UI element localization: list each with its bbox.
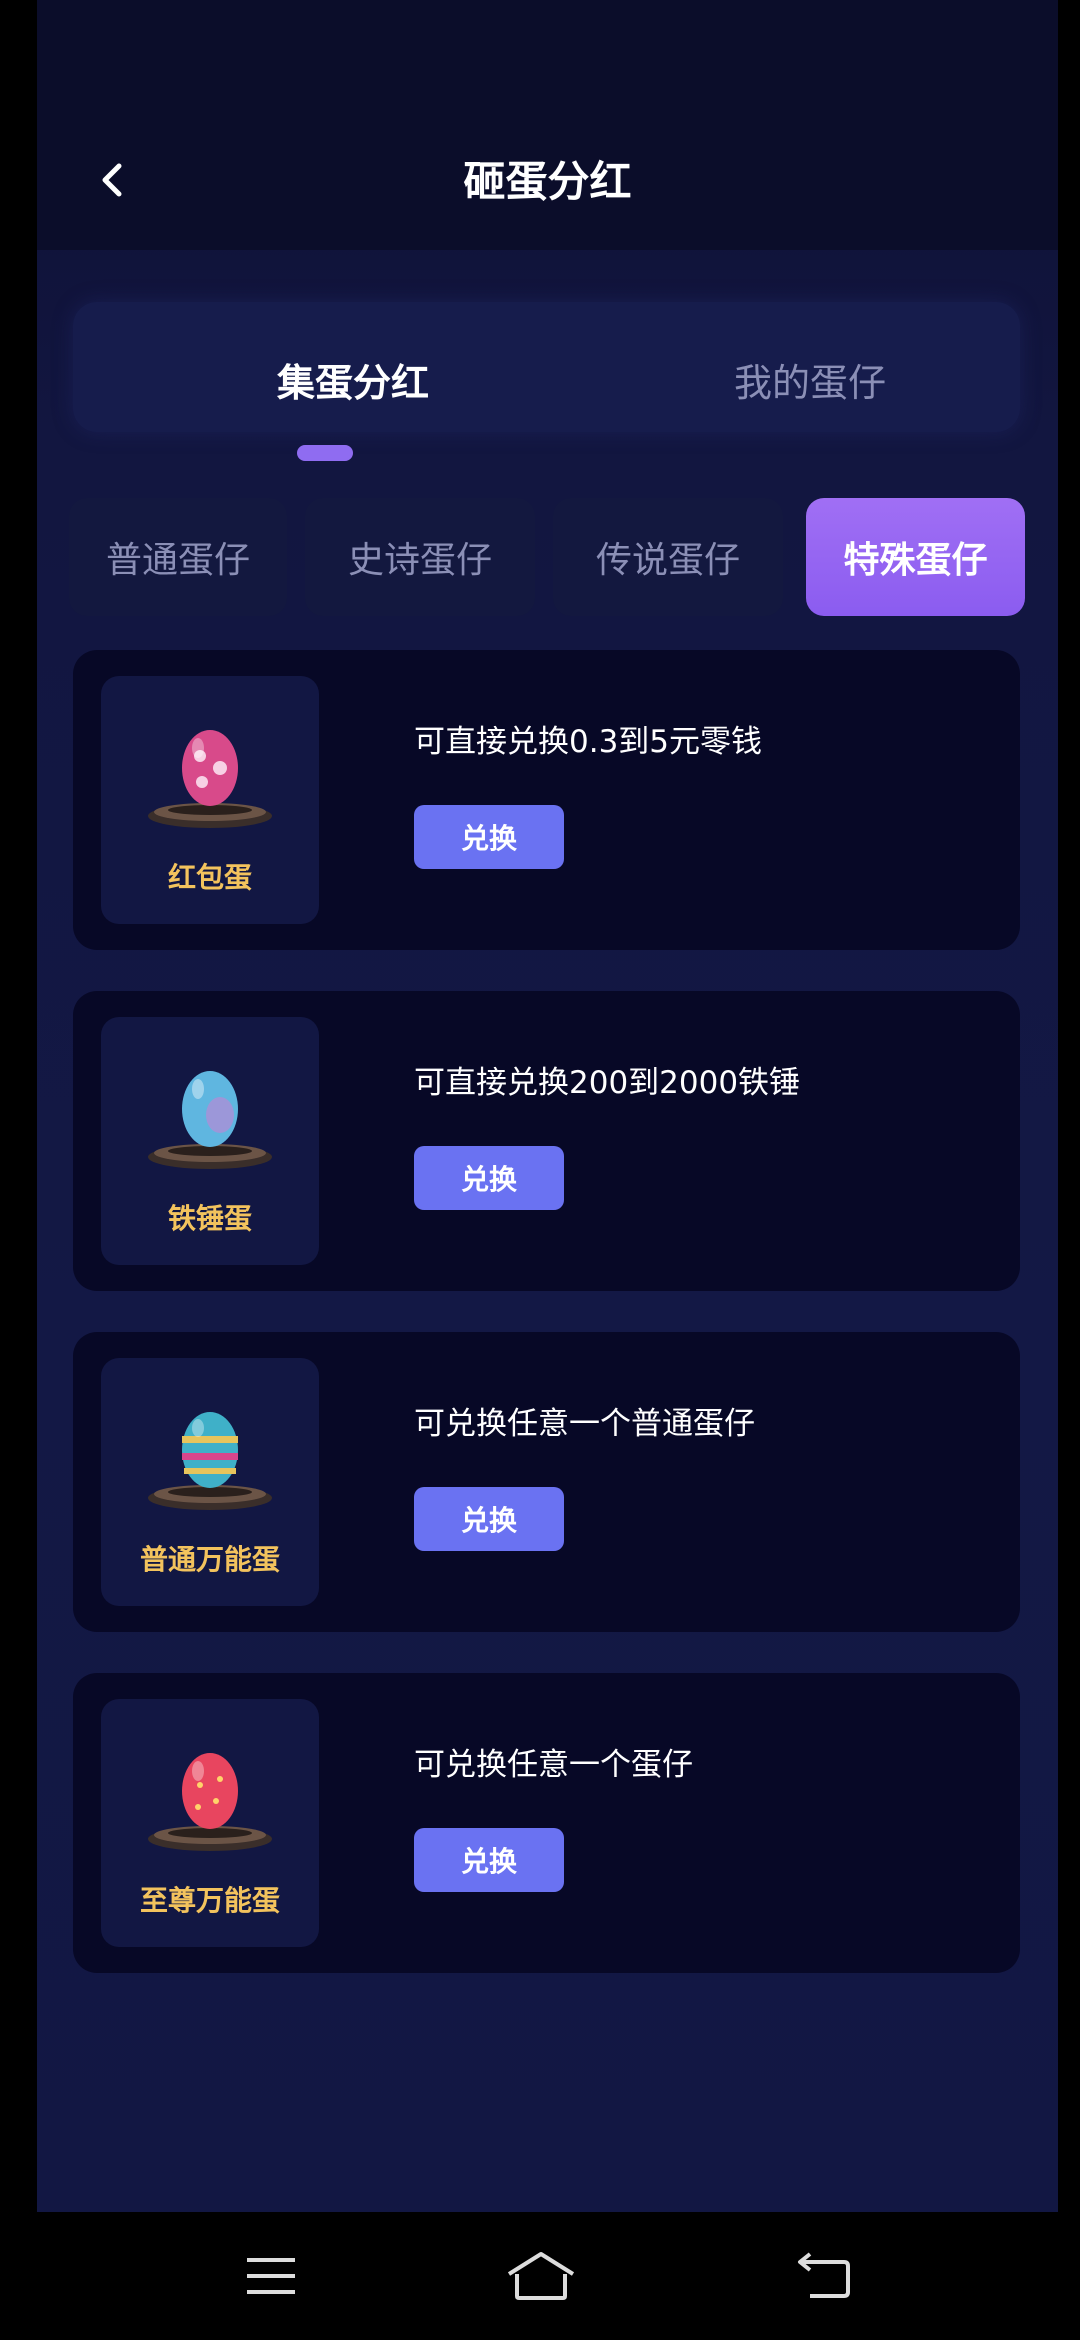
item-card: 普通万能蛋 可兑换任意一个普通蛋仔 兑换 xyxy=(73,1332,1020,1632)
red-envelope-egg-icon xyxy=(148,730,272,828)
active-tab-indicator xyxy=(297,445,353,461)
category-tab-epic[interactable]: 史诗蛋仔 xyxy=(305,498,535,616)
egg-name: 红包蛋 xyxy=(167,861,252,894)
item-description: 可直接兑换0.3到5元零钱 xyxy=(414,724,763,760)
home-button[interactable] xyxy=(491,2236,591,2316)
category-tab-legendary[interactable]: 传说蛋仔 xyxy=(553,498,783,616)
app-screen: 砸蛋分红 集蛋分红 我的蛋仔 普通蛋仔 史诗蛋仔 传说蛋仔 特殊蛋仔 红包蛋 可… xyxy=(37,0,1058,2212)
header: 砸蛋分红 xyxy=(37,0,1058,250)
egg-thumbnail: 普通万能蛋 xyxy=(101,1358,319,1606)
page-title: 砸蛋分红 xyxy=(463,157,632,206)
main-tabs: 集蛋分红 我的蛋仔 xyxy=(73,302,1020,432)
redeem-button[interactable]: 兑换 xyxy=(414,1828,564,1892)
tab-my-eggs[interactable]: 我的蛋仔 xyxy=(660,358,960,408)
redeem-button[interactable]: 兑换 xyxy=(414,1487,564,1551)
supreme-wildcard-egg-icon xyxy=(148,1753,272,1851)
item-card: 至尊万能蛋 可兑换任意一个蛋仔 兑换 xyxy=(73,1673,1020,1973)
menu-icon xyxy=(247,2258,295,2294)
item-description: 可兑换任意一个蛋仔 xyxy=(414,1747,693,1783)
category-tab-special[interactable]: 特殊蛋仔 xyxy=(806,498,1025,616)
category-tab-normal[interactable]: 普通蛋仔 xyxy=(69,498,287,616)
egg-name: 铁锤蛋 xyxy=(167,1202,252,1235)
back-icon xyxy=(798,2252,850,2298)
menu-button[interactable] xyxy=(221,2236,321,2316)
system-navigation-bar xyxy=(0,2212,1080,2340)
item-description: 可直接兑换200到2000铁锤 xyxy=(414,1065,801,1101)
item-card: 铁锤蛋 可直接兑换200到2000铁锤 兑换 xyxy=(73,991,1020,1291)
egg-thumbnail: 红包蛋 xyxy=(101,676,319,924)
item-description: 可兑换任意一个普通蛋仔 xyxy=(414,1406,755,1442)
egg-name: 普通万能蛋 xyxy=(139,1543,280,1576)
egg-name: 至尊万能蛋 xyxy=(139,1884,280,1917)
hammer-egg-icon xyxy=(148,1071,272,1169)
home-icon xyxy=(507,2252,575,2300)
common-wildcard-egg-icon xyxy=(148,1412,272,1510)
egg-thumbnail: 铁锤蛋 xyxy=(101,1017,319,1265)
redeem-button[interactable]: 兑换 xyxy=(414,1146,564,1210)
back-nav-button[interactable] xyxy=(774,2236,874,2316)
redeem-button[interactable]: 兑换 xyxy=(414,805,564,869)
egg-thumbnail: 至尊万能蛋 xyxy=(101,1699,319,1947)
tab-collect-dividend[interactable]: 集蛋分红 xyxy=(203,358,503,408)
item-card: 红包蛋 可直接兑换0.3到5元零钱 兑换 xyxy=(73,650,1020,950)
